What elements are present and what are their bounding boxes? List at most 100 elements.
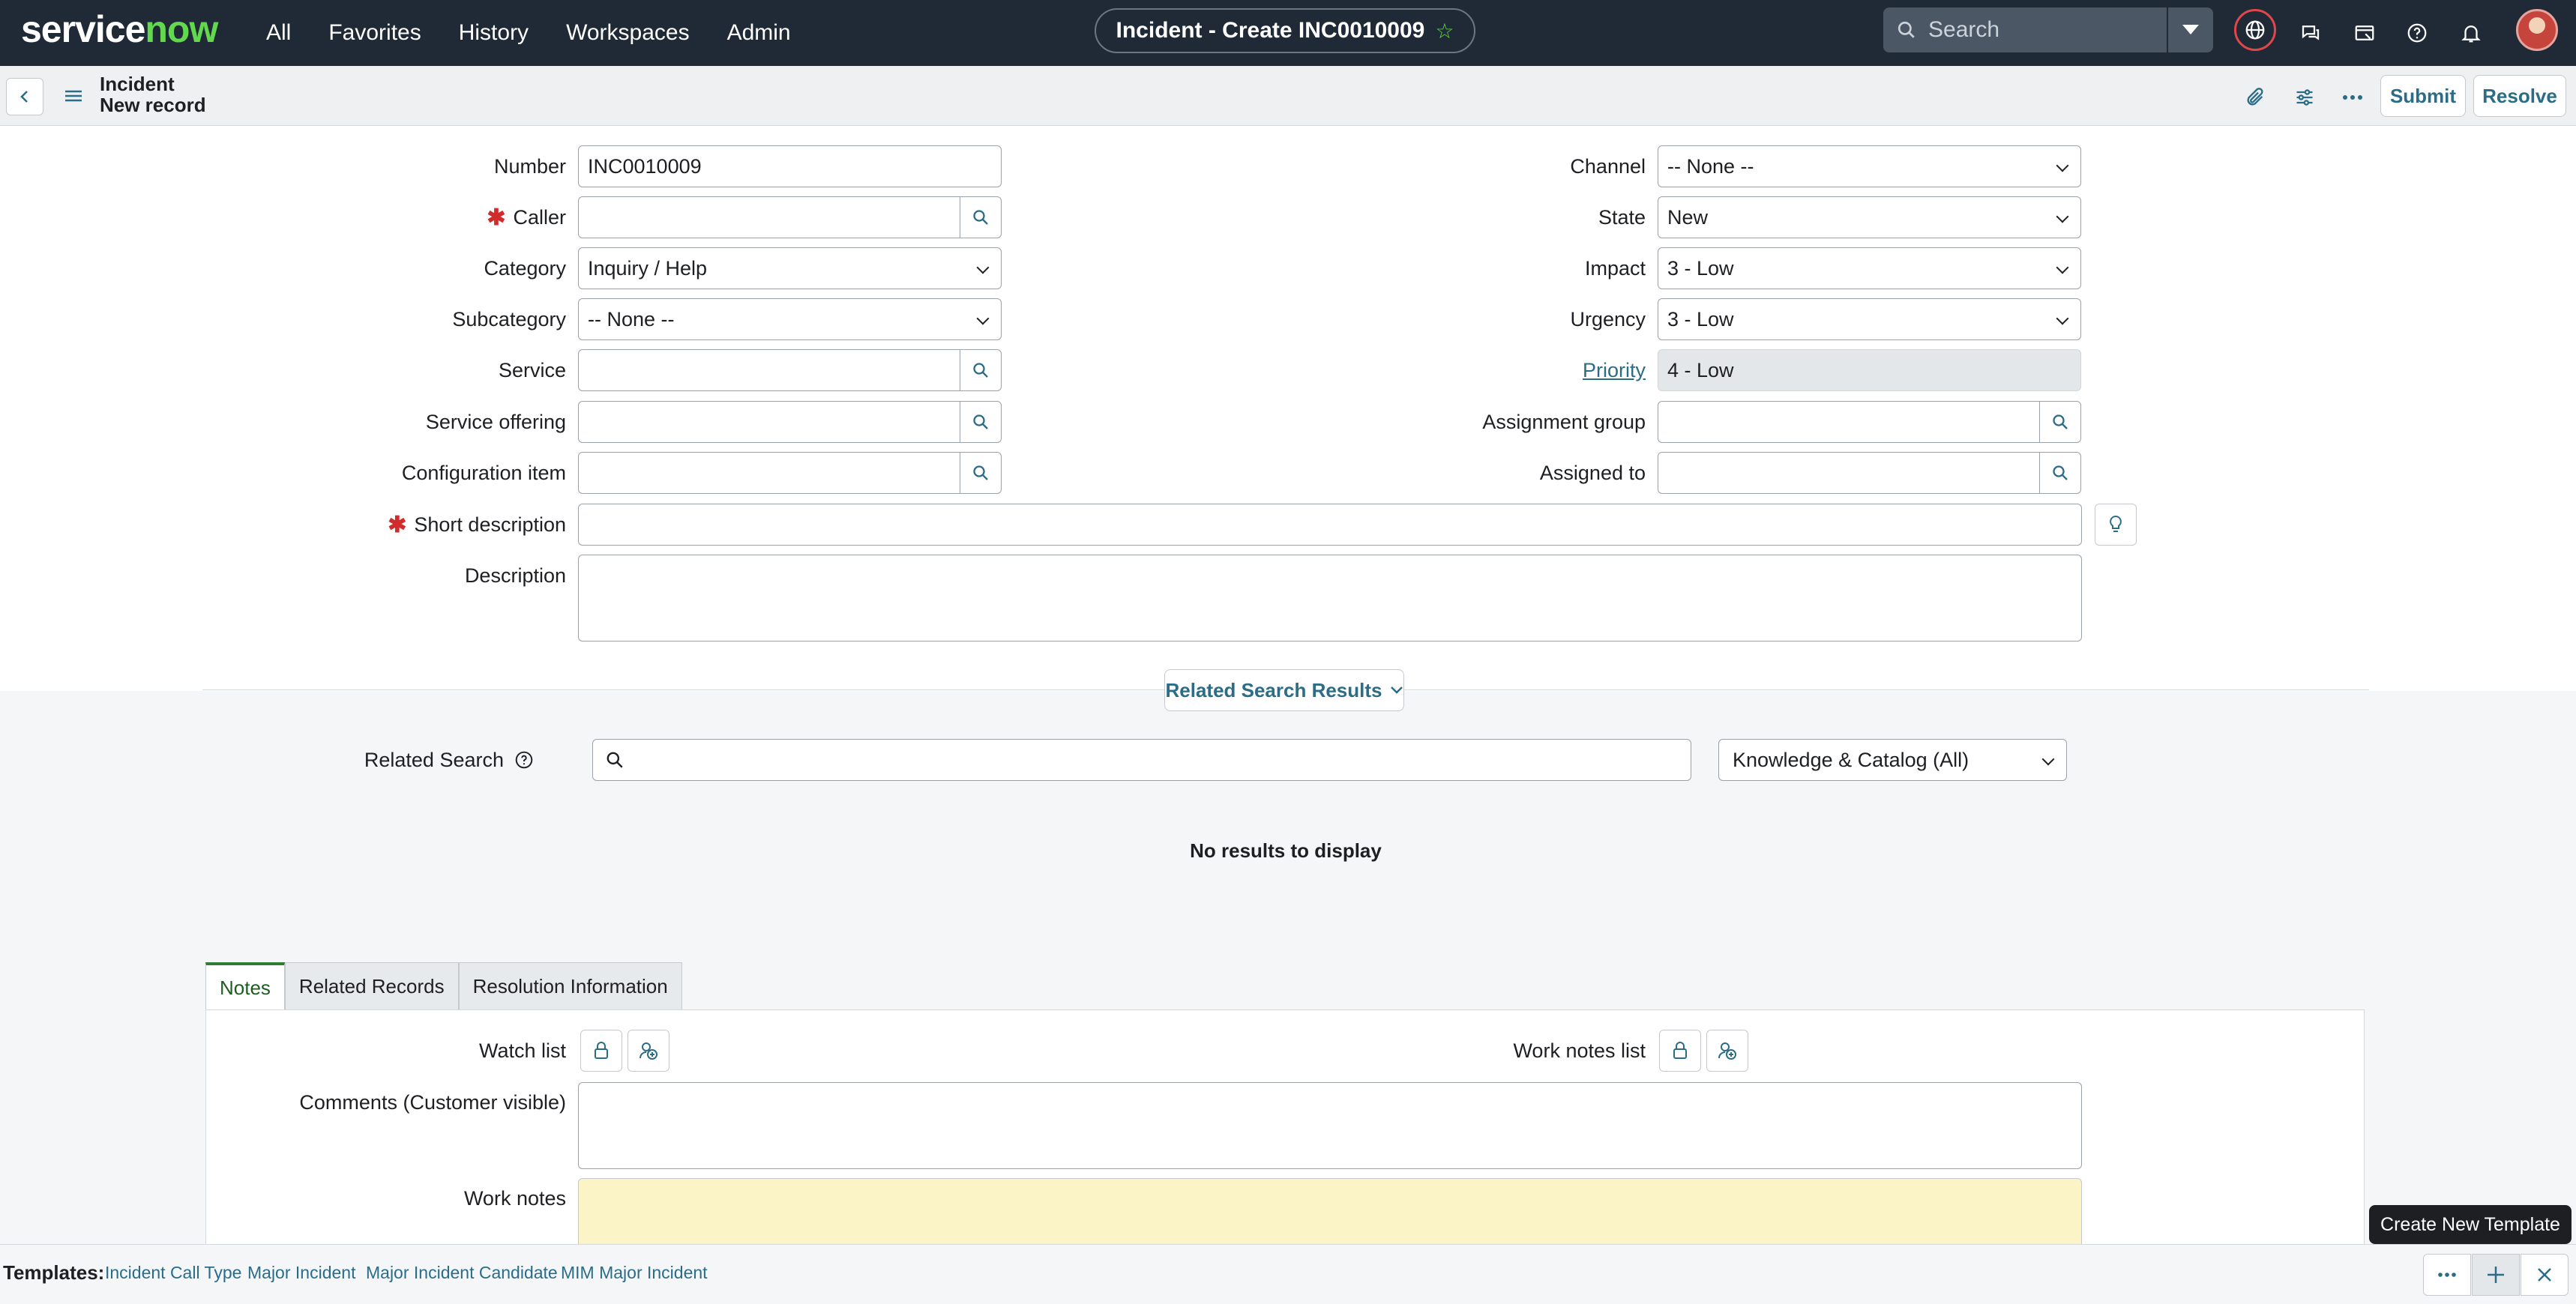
- help-circle-icon[interactable]: [514, 750, 534, 770]
- user-avatar[interactable]: [2516, 9, 2558, 51]
- priority-field: 4 - Low: [1658, 349, 2081, 391]
- priority-label: Priority: [1331, 349, 1646, 391]
- configuration-item-field[interactable]: [578, 452, 960, 494]
- bell-icon[interactable]: [2450, 12, 2492, 54]
- tab-notes[interactable]: Notes: [205, 962, 285, 1010]
- star-icon[interactable]: ☆: [1435, 19, 1454, 43]
- submit-button[interactable]: Submit: [2380, 75, 2466, 117]
- template-link[interactable]: Incident Call Type: [105, 1263, 241, 1283]
- service-offering-lookup-button[interactable]: [960, 401, 1002, 443]
- number-field[interactable]: INC0010009: [578, 145, 1002, 187]
- tab-related-records[interactable]: Related Records: [284, 962, 459, 1010]
- hamburger-icon[interactable]: [60, 82, 87, 109]
- templates-more-button[interactable]: [2423, 1254, 2471, 1296]
- related-search-results-label: Related Search Results: [1165, 678, 1382, 701]
- template-link[interactable]: Major Incident: [247, 1263, 355, 1283]
- assigned-to-field[interactable]: [1658, 452, 2040, 494]
- assignment-group-lookup-button[interactable]: [2039, 401, 2081, 443]
- create-template-button[interactable]: [2472, 1254, 2520, 1296]
- search-placeholder: Search: [1928, 17, 2000, 42]
- tab-resolution-information[interactable]: Resolution Information: [458, 962, 682, 1010]
- add-user-icon: [1718, 1042, 1736, 1060]
- work-notes-textarea[interactable]: [578, 1178, 2082, 1253]
- comments-label: Comments (Customer visible): [299, 1090, 566, 1114]
- menu-all[interactable]: All: [266, 20, 291, 46]
- close-templates-button[interactable]: [2521, 1254, 2569, 1296]
- configuration-item-label: Configuration item: [401, 461, 566, 484]
- impact-label: Impact: [1584, 256, 1646, 280]
- workspace-icon[interactable]: [2344, 12, 2386, 54]
- work-notes-list-add-me-button[interactable]: [1706, 1030, 1748, 1072]
- lock-icon: [595, 1042, 608, 1059]
- record-header: Incident New record Submit Resolve: [0, 66, 2576, 126]
- watch-list-lock-button[interactable]: [580, 1030, 622, 1072]
- menu-workspaces[interactable]: Workspaces: [566, 20, 690, 46]
- chat-icon[interactable]: [2290, 12, 2332, 54]
- templates-label: Templates:: [3, 1261, 105, 1284]
- required-asterisk-icon: ✱: [487, 205, 506, 230]
- more-options-icon[interactable]: [2336, 81, 2369, 114]
- work-notes-list-label: Work notes list: [1513, 1039, 1646, 1062]
- short-description-label-text: Short description: [414, 513, 566, 536]
- resolve-button[interactable]: Resolve: [2473, 75, 2566, 117]
- lightbulb-icon: [2110, 515, 2122, 532]
- comments-textarea[interactable]: [578, 1082, 2082, 1169]
- related-search-results-toggle[interactable]: Related Search Results: [1164, 669, 1404, 711]
- menu-admin[interactable]: Admin: [727, 20, 791, 46]
- suggestion-lightbulb-button[interactable]: [2095, 504, 2137, 546]
- related-search-label: Related Search: [219, 739, 534, 781]
- global-search-input[interactable]: Search: [1883, 7, 2167, 52]
- caller-field[interactable]: [578, 196, 960, 238]
- description-textarea[interactable]: [578, 555, 2082, 642]
- configuration-item-lookup-button[interactable]: [960, 452, 1002, 494]
- servicenow-logo[interactable]: servicenow: [21, 7, 218, 51]
- work-notes-list-lock-button[interactable]: [1659, 1030, 1701, 1072]
- category-select[interactable]: Inquiry / Help: [578, 247, 1002, 289]
- back-button[interactable]: [6, 78, 43, 115]
- menu-favorites[interactable]: Favorites: [328, 20, 421, 46]
- state-label: State: [1598, 205, 1646, 229]
- template-link[interactable]: Major Incident Candidate: [366, 1263, 558, 1283]
- chevron-down-icon: [1390, 686, 1403, 694]
- urgency-select[interactable]: 3 - Low: [1658, 298, 2081, 340]
- state-select[interactable]: New: [1658, 196, 2081, 238]
- service-offering-field[interactable]: [578, 401, 960, 443]
- description-label: Description: [464, 564, 566, 587]
- assigned-to-lookup-button[interactable]: [2039, 452, 2081, 494]
- assignment-group-field[interactable]: [1658, 401, 2040, 443]
- tab-bar: Notes Related Records Resolution Informa…: [205, 962, 682, 1010]
- service-field[interactable]: [578, 349, 960, 391]
- related-search-input[interactable]: [592, 739, 1691, 781]
- main-menu: All Favorites History Workspaces Admin: [266, 0, 828, 66]
- short-description-field[interactable]: [578, 504, 2082, 546]
- logo-text-now: now: [145, 8, 218, 50]
- search-icon: [607, 752, 623, 768]
- watch-list-add-me-button[interactable]: [628, 1030, 669, 1072]
- search-icon: [973, 363, 988, 378]
- help-icon[interactable]: [2396, 12, 2438, 54]
- logo-text-service: service: [21, 8, 145, 50]
- priority-link[interactable]: Priority: [1583, 359, 1646, 382]
- work-notes-label: Work notes: [463, 1186, 566, 1210]
- caller-lookup-button[interactable]: [960, 196, 1002, 238]
- subcategory-select[interactable]: -- None --: [578, 298, 1002, 340]
- caller-label-text: Caller: [513, 205, 566, 229]
- settings-sliders-icon[interactable]: [2288, 81, 2321, 114]
- impact-select[interactable]: 3 - Low: [1658, 247, 2081, 289]
- assigned-to-label: Assigned to: [1539, 461, 1646, 484]
- service-lookup-button[interactable]: [960, 349, 1002, 391]
- globe-icon[interactable]: [2234, 9, 2276, 51]
- urgency-label: Urgency: [1570, 307, 1646, 330]
- context-title-pill[interactable]: Incident - Create INC0010009 ☆: [1095, 8, 1475, 53]
- search-icon: [1898, 21, 1915, 38]
- related-search-source-select[interactable]: Knowledge & Catalog (All): [1718, 739, 2067, 781]
- channel-select[interactable]: -- None --: [1658, 145, 2081, 187]
- search-scope-dropdown[interactable]: [2168, 7, 2213, 52]
- subcategory-label: Subcategory: [452, 307, 566, 330]
- no-results-message: No results to display: [1190, 839, 1382, 862]
- paperclip-icon[interactable]: [2239, 81, 2272, 114]
- caret-down-icon: [2182, 25, 2199, 34]
- template-link[interactable]: MIM Major Incident: [561, 1263, 708, 1283]
- close-icon: [2538, 1268, 2551, 1282]
- menu-history[interactable]: History: [459, 20, 529, 46]
